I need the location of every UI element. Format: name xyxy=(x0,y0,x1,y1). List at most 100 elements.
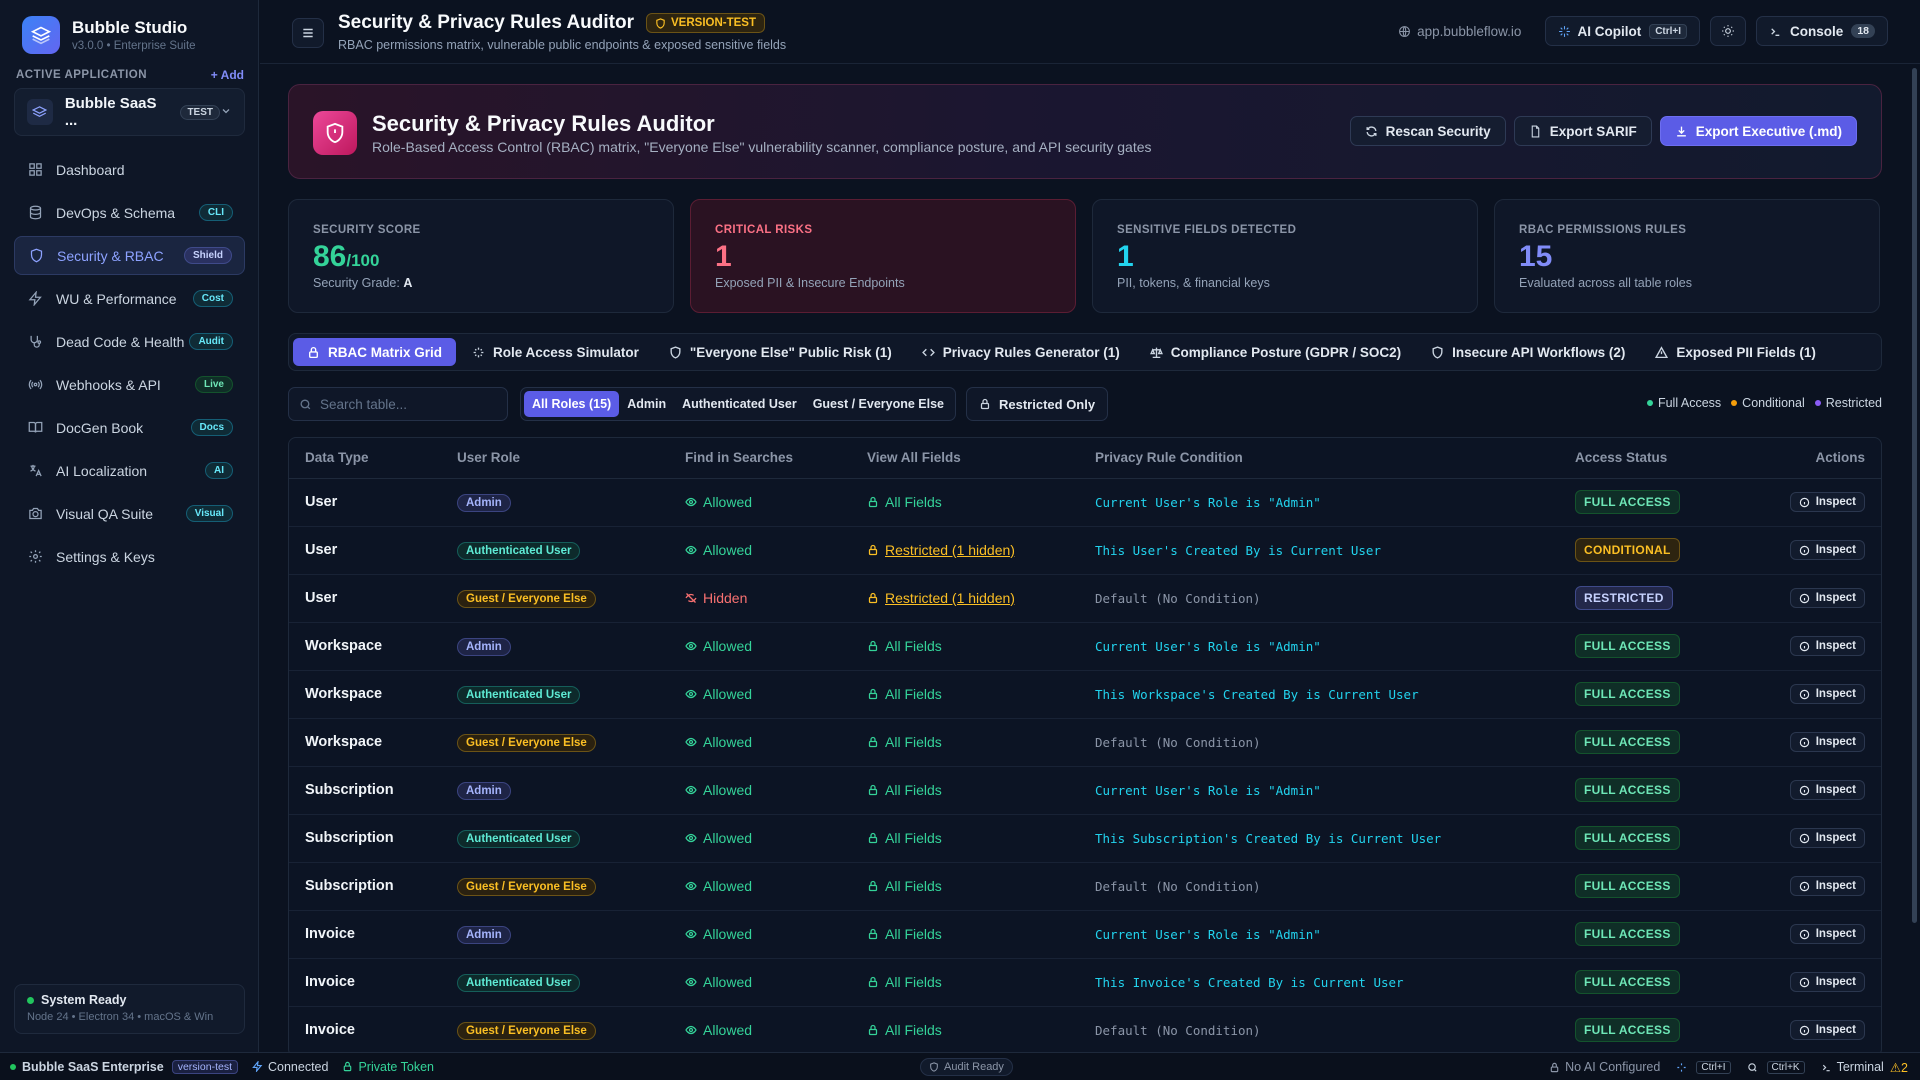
inspect-button[interactable]: Inspect xyxy=(1789,636,1865,656)
status-terminal[interactable]: Terminal ⚠2 xyxy=(1821,1060,1908,1075)
sidebar-item-settings[interactable]: Settings & Keys xyxy=(14,537,245,576)
status-token[interactable]: Private Token xyxy=(342,1060,434,1074)
sidebar-item-visual-qa[interactable]: Visual QA Suite Visual xyxy=(14,494,245,533)
col-view-all-fields[interactable]: View All Fields xyxy=(851,438,1079,479)
inspect-button[interactable]: Inspect xyxy=(1789,540,1865,560)
cell-data-type: Subscription xyxy=(289,766,441,815)
sidebar-item-dashboard[interactable]: Dashboard xyxy=(14,150,245,189)
table-row[interactable]: Subscription Guest / Everyone Else Allowed… xyxy=(289,862,1881,911)
status-app[interactable]: Bubble SaaS Enterprise version-test xyxy=(10,1059,238,1074)
inspect-button[interactable]: Inspect xyxy=(1789,828,1865,848)
sidebar-item-dead-code[interactable]: Dead Code & Health Audit xyxy=(14,322,245,361)
filter-guest[interactable]: Guest / Everyone Else xyxy=(805,391,952,417)
inspect-button[interactable]: Inspect xyxy=(1789,684,1865,704)
shield-alert-icon xyxy=(313,111,357,155)
fields-permission-label: Restricted (1 hidden) xyxy=(885,589,1015,606)
tab-rbac-matrix[interactable]: RBAC Matrix Grid xyxy=(293,338,457,366)
inspect-button[interactable]: Inspect xyxy=(1789,732,1865,752)
tab-privacy-generator[interactable]: Privacy Rules Generator (1) xyxy=(908,338,1134,366)
sidebar-item-devops[interactable]: DevOps & Schema CLI xyxy=(14,193,245,232)
tab-insecure-api[interactable]: Insecure API Workflows (2) xyxy=(1417,338,1639,366)
search-input[interactable] xyxy=(320,396,490,412)
sidebar-item-docgen[interactable]: DocGen Book Docs xyxy=(14,408,245,447)
sidebar-item-webhooks[interactable]: Webhooks & API Live xyxy=(14,365,245,404)
inspect-label: Inspect xyxy=(1815,784,1856,796)
sidebar-item-security[interactable]: Security & RBAC Shield xyxy=(14,236,245,275)
add-app-button[interactable]: + Add xyxy=(211,68,244,82)
tab-exposed-pii[interactable]: Exposed PII Fields (1) xyxy=(1641,338,1830,366)
fields-permission: All Fields xyxy=(867,638,942,654)
security-score-suffix: /100 xyxy=(346,251,380,270)
col-user-role[interactable]: User Role xyxy=(441,438,669,479)
app-url[interactable]: app.bubbleflow.io xyxy=(1398,24,1521,39)
filter-admin[interactable]: Admin xyxy=(619,391,674,417)
table-row[interactable]: User Admin Allowed All Fields Current User's… xyxy=(289,478,1881,527)
shortcut-ctrl-k: Ctrl+K xyxy=(1766,1060,1805,1074)
col-privacy-condition[interactable]: Privacy Rule Condition xyxy=(1079,438,1559,479)
filter-authenticated[interactable]: Authenticated User xyxy=(674,391,805,417)
status-copilot-shortcut[interactable]: Ctrl+I xyxy=(1676,1060,1731,1074)
restricted-only-toggle[interactable]: Restricted Only xyxy=(966,387,1109,421)
status-connected[interactable]: Connected xyxy=(252,1060,328,1074)
menu-toggle-button[interactable] xyxy=(292,18,324,48)
rescan-security-button[interactable]: Rescan Security xyxy=(1349,116,1506,146)
status-app-name: Bubble SaaS Enterprise xyxy=(22,1059,164,1074)
tab-compliance[interactable]: Compliance Posture (GDPR / SOC2) xyxy=(1136,338,1415,366)
tab-public-risk[interactable]: "Everyone Else" Public Risk (1) xyxy=(655,338,906,366)
fields-permission[interactable]: Restricted (1 hidden) xyxy=(867,542,1015,558)
info-icon xyxy=(1799,929,1816,940)
col-data-type[interactable]: Data Type xyxy=(289,438,441,479)
search-permission-label: Allowed xyxy=(703,637,753,654)
filter-all-roles[interactable]: All Roles (15) xyxy=(524,391,620,417)
sun-icon xyxy=(1722,25,1734,37)
app-name: Bubble SaaS ... xyxy=(64,95,157,129)
sidebar-item-performance[interactable]: WU & Performance Cost xyxy=(14,279,245,318)
table-row[interactable]: Invoice Guest / Everyone Else Allowed All F… xyxy=(289,1006,1881,1055)
lock-icon xyxy=(867,928,885,940)
access-status-badge: FULL ACCESS xyxy=(1575,1018,1680,1042)
fields-permission-label: All Fields xyxy=(885,685,942,702)
fields-permission: All Fields xyxy=(867,926,942,942)
sidebar-item-localization[interactable]: AI Localization AI xyxy=(14,451,245,490)
brand[interactable]: Bubble Studio v3.0.0 • Enterprise Suite xyxy=(22,16,196,54)
theme-toggle-button[interactable] xyxy=(1710,16,1747,46)
role-badge: Admin xyxy=(457,637,511,656)
inspect-button[interactable]: Inspect xyxy=(1789,492,1865,512)
inspect-button[interactable]: Inspect xyxy=(1789,876,1865,896)
table-row[interactable]: Workspace Authenticated User Allowed All Fi… xyxy=(289,670,1881,719)
inspect-button[interactable]: Inspect xyxy=(1789,972,1865,992)
table-row[interactable]: Subscription Authenticated User Allowed All… xyxy=(289,814,1881,863)
search-permission: Allowed xyxy=(685,974,752,990)
status-ai[interactable]: No AI Configured xyxy=(1549,1060,1660,1074)
export-executive-button[interactable]: Export Executive (.md) xyxy=(1659,116,1857,146)
col-find-in-searches[interactable]: Find in Searches xyxy=(669,438,851,479)
fields-permission-label: All Fields xyxy=(885,1021,942,1038)
table-row[interactable]: Invoice Admin Allowed All Fields Current Use… xyxy=(289,910,1881,959)
app-selector[interactable]: Bubble SaaS ... TEST xyxy=(14,88,245,136)
export-sarif-button[interactable]: Export SARIF xyxy=(1513,116,1652,146)
inspect-button[interactable]: Inspect xyxy=(1789,780,1865,800)
table-row[interactable]: Subscription Admin Allowed All Fields Curren… xyxy=(289,766,1881,815)
role-badge: Guest / Everyone Else xyxy=(457,1021,596,1040)
inspect-button[interactable]: Inspect xyxy=(1789,924,1865,944)
layers-logo-icon xyxy=(22,16,60,54)
table-row[interactable]: User Authenticated User Allowed Restricted … xyxy=(289,526,1881,575)
table-row[interactable]: Workspace Admin Allowed All Fields Current U… xyxy=(289,622,1881,671)
fields-permission[interactable]: Restricted (1 hidden) xyxy=(867,590,1015,606)
download-icon xyxy=(1676,126,1686,137)
code-icon xyxy=(921,348,935,356)
tab-role-simulator[interactable]: Role Access Simulator xyxy=(458,338,653,366)
table-row[interactable]: Workspace Guest / Everyone Else Allowed All… xyxy=(289,718,1881,767)
inspect-button[interactable]: Inspect xyxy=(1789,1020,1865,1040)
critical-risks-card: CRITICAL RISKS 1 Exposed PII & Insecure … xyxy=(690,199,1076,313)
status-search-shortcut[interactable]: Ctrl+K xyxy=(1747,1060,1805,1074)
console-button[interactable]: Console 18 xyxy=(1756,16,1888,46)
cell-data-type: Subscription xyxy=(289,814,441,863)
search-box[interactable] xyxy=(288,387,508,421)
scrollbar[interactable] xyxy=(1912,68,1917,923)
table-row[interactable]: User Guest / Everyone Else Hidden Restricte… xyxy=(289,574,1881,623)
col-access-status[interactable]: Access Status xyxy=(1559,438,1749,479)
table-row[interactable]: Invoice Authenticated User Allowed All Fiel… xyxy=(289,958,1881,1007)
inspect-button[interactable]: Inspect xyxy=(1789,588,1865,608)
ai-copilot-button[interactable]: AI Copilot Ctrl+I xyxy=(1545,16,1701,46)
